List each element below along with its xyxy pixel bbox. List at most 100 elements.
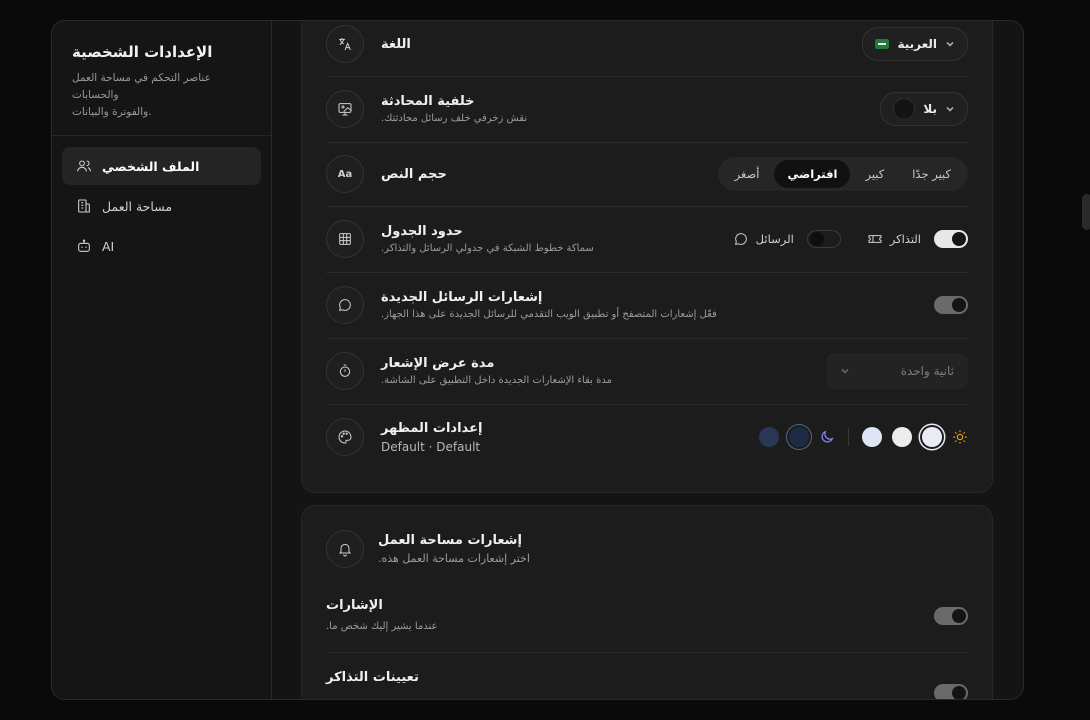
theme-divider bbox=[848, 428, 849, 446]
settings-window: الإعدادات الشخصية عناصر التحكم في مساحة … bbox=[51, 20, 1024, 700]
text-size-option-large[interactable]: كبير bbox=[852, 160, 897, 188]
table-borders-controls: الرسائل التذاكر bbox=[733, 230, 968, 248]
new-message-notifications-row: إشعارات الرسائل الجديدة فعّل إشعارات الم… bbox=[326, 272, 968, 339]
sidebar-description-line1: عناصر التحكم في مساحة العمل والحسابات bbox=[72, 72, 211, 101]
message-circle-icon bbox=[734, 233, 747, 245]
new-message-notifications-toggle[interactable] bbox=[934, 296, 968, 314]
table-borders-description: سماكة خطوط الشبكة في جدولي الرسائل والتذ… bbox=[381, 243, 594, 254]
translate-icon bbox=[326, 25, 364, 63]
tickets-border-toggle[interactable] bbox=[934, 230, 968, 248]
sidebar-description-line2: والفوترة والبيانات. bbox=[72, 106, 152, 118]
sidebar-item-label: AI bbox=[102, 238, 115, 254]
sidebar-nav: الملف الشخصي مساحة العمل AI bbox=[52, 136, 271, 278]
bot-icon bbox=[78, 239, 90, 252]
language-title: اللغة bbox=[381, 36, 411, 52]
tickets-border-toggle-group: التذاكر bbox=[867, 230, 968, 248]
workspace-notifications-card: إشعارات مساحة العمل اختر إشعارات مساحة ا… bbox=[301, 505, 993, 699]
notification-duration-title: مدة عرض الإشعار bbox=[381, 356, 495, 371]
workspace-notifications-title: إشعارات مساحة العمل bbox=[378, 533, 522, 548]
table-borders-title: حدود الجدول bbox=[381, 224, 463, 239]
moon-icon bbox=[821, 430, 834, 443]
mentions-title: الإشارات bbox=[326, 598, 383, 613]
appearance-subtitle: Default · Default bbox=[381, 439, 481, 454]
chevron-down-icon bbox=[841, 368, 849, 374]
messages-border-toggle-group: الرسائل bbox=[733, 230, 841, 248]
language-select[interactable]: العربية bbox=[862, 27, 968, 61]
timer-icon bbox=[326, 352, 364, 390]
wallpaper-icon bbox=[326, 90, 364, 128]
sidebar-item-ai[interactable]: AI bbox=[62, 227, 261, 265]
tickets-border-label: التذاكر bbox=[889, 232, 921, 246]
flag-icon bbox=[875, 39, 890, 49]
ticket-icon bbox=[868, 235, 882, 243]
sidebar-item-label: الملف الشخصي bbox=[102, 158, 200, 174]
appearance-text: إعدادات المظهر Default · Default bbox=[381, 421, 482, 454]
text-size-segmented-control: أصغر افتراضي كبير كبير جدًا bbox=[717, 157, 968, 191]
building-icon bbox=[78, 199, 90, 213]
language-text: اللغة bbox=[381, 37, 411, 52]
notification-duration-select[interactable]: ثانية واحدة bbox=[826, 353, 968, 389]
chat-background-value: بلا bbox=[923, 102, 937, 116]
language-row: اللغة العربية bbox=[326, 21, 968, 77]
sidebar: الإعدادات الشخصية عناصر التحكم في مساحة … bbox=[52, 21, 272, 699]
workspace-notifications-header: إشعارات مساحة العمل اختر إشعارات مساحة ا… bbox=[326, 530, 530, 568]
ticket-assignments-text: تعيينات التذاكر bbox=[326, 652, 968, 685]
chevron-down-icon bbox=[946, 106, 954, 112]
ticket-assignments-row: تعيينات التذاكر bbox=[326, 652, 968, 699]
chat-background-description: نقش زخرفي خلف رسائل محادثتك. bbox=[381, 113, 528, 124]
light-theme-swatch-1-selected[interactable] bbox=[922, 427, 942, 447]
text-size-row: Aa حجم النص أصغر افتراضي كبير كبير جدًا bbox=[326, 142, 968, 207]
text-size-option-extra-large[interactable]: كبير جدًا bbox=[899, 160, 964, 188]
mentions-row: الإشارات عندما يشير إليك شخص ما. bbox=[326, 588, 968, 653]
chat-background-title: خلفية المحادثة bbox=[381, 94, 475, 109]
messages-border-toggle[interactable] bbox=[806, 230, 841, 248]
appearance-title: إعدادات المظهر bbox=[381, 420, 483, 436]
page-scrollbar[interactable] bbox=[1082, 194, 1090, 230]
sidebar-item-workspace[interactable]: مساحة العمل bbox=[62, 187, 261, 225]
text-size-icon: Aa bbox=[326, 155, 364, 193]
appearance-row: إعدادات المظهر Default · Default bbox=[326, 404, 968, 470]
text-size-option-default[interactable]: افتراضي bbox=[774, 160, 851, 188]
chat-background-select[interactable]: بلا bbox=[880, 92, 968, 126]
notification-duration-text: مدة عرض الإشعار مدة بقاء الإشعارات الجدي… bbox=[381, 356, 612, 386]
ticket-assignments-toggle[interactable] bbox=[934, 684, 968, 699]
new-message-notifications-control bbox=[934, 296, 968, 314]
table-borders-text: حدود الجدول سماكة خطوط الشبكة في جدولي ا… bbox=[381, 224, 594, 254]
notification-duration-value: ثانية واحدة bbox=[900, 364, 954, 378]
text-size-option-smaller[interactable]: أصغر bbox=[722, 160, 773, 188]
text-size-text: حجم النص bbox=[381, 167, 447, 182]
workspace-notifications-heading: إشعارات مساحة العمل اختر إشعارات مساحة ا… bbox=[378, 533, 530, 565]
mentions-description: عندما يشير إليك شخص ما. bbox=[326, 621, 438, 632]
appearance-controls bbox=[759, 427, 968, 447]
notification-duration-description: مدة بقاء الإشعارات الجديدة داخل التطبيق … bbox=[381, 375, 612, 386]
notification-duration-control: ثانية واحدة bbox=[826, 353, 968, 389]
dark-theme-swatch-1[interactable] bbox=[789, 427, 809, 447]
notification-duration-row: مدة عرض الإشعار مدة بقاء الإشعارات الجدي… bbox=[326, 338, 968, 405]
general-settings-card: اللغة العربية خلفية المحادثة نقش زخرفي خ… bbox=[301, 21, 993, 493]
light-theme-swatch-3[interactable] bbox=[862, 427, 882, 447]
chat-background-row: خلفية المحادثة نقش زخرفي خلف رسائل محادث… bbox=[326, 76, 968, 143]
main-content: اللغة العربية خلفية المحادثة نقش زخرفي خ… bbox=[272, 21, 1023, 699]
workspace-notifications-description: اختر إشعارات مساحة العمل هذه. bbox=[378, 552, 530, 565]
chat-background-text: خلفية المحادثة نقش زخرفي خلف رسائل محادث… bbox=[381, 94, 527, 124]
sidebar-title: الإعدادات الشخصية bbox=[72, 43, 213, 61]
mentions-text: الإشارات عندما يشير إليك شخص ما. bbox=[326, 588, 968, 632]
sidebar-header: الإعدادات الشخصية عناصر التحكم في مساحة … bbox=[52, 21, 271, 136]
sidebar-description: عناصر التحكم في مساحة العمل والحسابات وا… bbox=[72, 70, 251, 121]
message-icon bbox=[326, 286, 364, 324]
light-theme-swatch-2[interactable] bbox=[892, 427, 912, 447]
new-message-notifications-title: إشعارات الرسائل الجديدة bbox=[381, 290, 543, 305]
text-size-title: حجم النص bbox=[381, 166, 447, 182]
new-message-notifications-text: إشعارات الرسائل الجديدة فعّل إشعارات الم… bbox=[381, 290, 717, 320]
mentions-toggle[interactable] bbox=[934, 607, 968, 625]
sidebar-item-profile[interactable]: الملف الشخصي bbox=[62, 147, 261, 185]
new-message-notifications-description: فعّل إشعارات المتصفح أو تطبيق الويب التق… bbox=[381, 309, 717, 320]
dark-theme-swatch-2[interactable] bbox=[759, 427, 779, 447]
sun-icon bbox=[953, 430, 967, 444]
palette-icon bbox=[326, 418, 364, 456]
background-preview-swatch bbox=[893, 98, 916, 120]
sidebar-item-label: مساحة العمل bbox=[102, 198, 173, 214]
bell-icon bbox=[326, 530, 364, 568]
language-value: العربية bbox=[897, 37, 937, 51]
grid-icon bbox=[326, 220, 364, 258]
